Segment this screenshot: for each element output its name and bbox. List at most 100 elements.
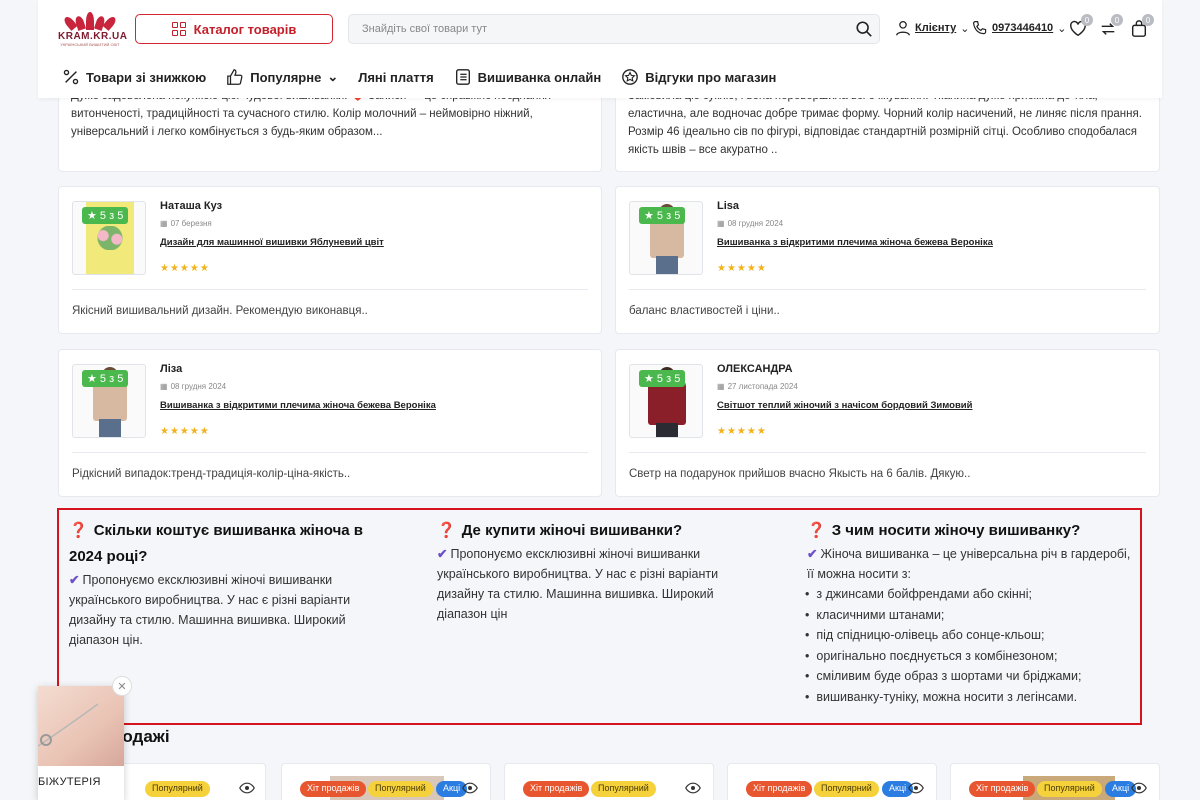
eye-icon[interactable] <box>1131 782 1147 794</box>
faq-item: ❓ З чим носити жіночу вишиванку? ✔ Жіноча … <box>807 518 1137 707</box>
search-input[interactable]: Знайдіть свої товари тут <box>348 14 880 44</box>
grid-icon <box>171 22 186 36</box>
question-mark-icon: ❓ <box>807 522 826 539</box>
rating-badge: ★ 5 з 5 <box>82 370 129 387</box>
review-text: Якісний вишивальний дизайн. Рекомендую в… <box>72 305 368 317</box>
nav-item-vyshyvanka-online[interactable]: Вишиванка онлайн <box>454 68 602 86</box>
main-nav: Товари зі знижкою Популярне ⌄ Ляні платт… <box>62 68 776 86</box>
eye-icon[interactable] <box>908 782 924 794</box>
review-date: ▦ 27 листопада 2024 <box>717 382 798 391</box>
category-popup[interactable]: БІЖУТЕРІЯ <box>38 686 124 800</box>
calendar-icon: ▦ <box>160 219 168 228</box>
divider <box>629 289 1146 290</box>
client-menu[interactable]: Клієнту ⌄ <box>895 20 969 36</box>
popular-badge: Популярний <box>145 781 210 797</box>
reviewer-name: Ліза <box>160 363 183 375</box>
list-item: оригінально поєднується з комбінезоном; <box>807 646 1137 667</box>
list-item: вишиванку-туніку, можна носити з легінса… <box>807 687 1137 708</box>
chevron-down-icon: ⌄ <box>327 69 339 84</box>
rating-badge: ★ 5 з 5 <box>639 370 686 387</box>
faq-question: ❓ Скільки коштує вишиванка жіноча в 2024 … <box>69 522 364 565</box>
product-card[interactable]: Хіт продажів Популярний Акці <box>281 763 491 800</box>
lotus-icon <box>58 12 122 31</box>
wishlist-button[interactable]: 0 <box>1069 14 1093 38</box>
calendar-icon: ▦ <box>717 382 725 391</box>
divider <box>72 289 588 290</box>
phone-icon <box>972 21 987 35</box>
question-mark-icon: ❓ <box>437 522 456 539</box>
client-label: Клієнту <box>915 22 957 34</box>
cart-count: 0 <box>1142 14 1154 26</box>
review-card: ★ 5 з 5 Ліза ▦ 08 грудня 2024 Вишиванка з… <box>58 349 602 497</box>
catalog-button[interactable]: Каталог товарів <box>135 14 333 44</box>
percent-icon <box>63 69 79 85</box>
list-item: сміливим буде образ з шортами чи бріджам… <box>807 666 1137 687</box>
review-card: ★ 5 з 5 Lisa ▦ 08 грудня 2024 Вишиванка з… <box>615 186 1160 334</box>
nav-item-popular[interactable]: Популярне ⌄ <box>226 68 338 86</box>
review-date: ▦ 08 грудня 2024 <box>160 382 227 391</box>
product-link[interactable]: Світшот теплий жіночий з начісом бордови… <box>717 400 973 411</box>
close-icon[interactable]: ✕ <box>112 676 132 696</box>
nav-item-linen-dresses[interactable]: Ляні плаття <box>358 68 433 86</box>
star-rating: ★★★★★ <box>717 263 767 274</box>
question-mark-icon: ❓ <box>69 522 88 539</box>
logo[interactable]: KRAM.KR.UA УКРАЇНСЬКИЙ ВИШИТИЙ СВІТ <box>58 12 127 47</box>
review-card: ★ 5 з 5 Наташа Куз ▦ 07 березня Дизайн дл… <box>58 186 602 334</box>
product-card[interactable]: Хіт продажів Популярний Акці <box>727 763 937 800</box>
phone-menu[interactable]: 0973446410 ⌄ <box>972 20 1066 36</box>
divider <box>72 452 588 453</box>
divider <box>629 452 1146 453</box>
catalog-label: Каталог товарів <box>193 21 297 37</box>
list-item: класичними штанами; <box>807 605 1137 626</box>
bestseller-badge: Хіт продажів <box>300 781 367 797</box>
user-icon <box>895 20 911 36</box>
product-link[interactable]: Вишиванка з відкритими плечима жіноча бе… <box>160 400 436 411</box>
check-icon: ✔ <box>807 547 818 561</box>
chevron-down-icon: ⌄ <box>1057 22 1067 35</box>
faq-item: ❓ Скільки коштує вишиванка жіноча в 2024 … <box>69 518 399 650</box>
eye-icon[interactable] <box>685 782 701 794</box>
compare-button[interactable]: 0 <box>1099 14 1123 38</box>
star-badge-icon <box>622 69 639 85</box>
nav-item-store-reviews[interactable]: Відгуки про магазин <box>621 68 776 86</box>
popular-badge: Популярний <box>368 781 433 797</box>
search-icon[interactable] <box>855 20 873 38</box>
faq-answer: ✔ Пропонуємо ексклюзивні жіночі вишиванки… <box>69 573 351 647</box>
nav-label: Вишиванка онлайн <box>477 69 602 85</box>
review-card: ★ 5 з 5 ОЛЕКСАНДРА ▦ 27 листопада 2024 Св… <box>615 349 1160 497</box>
review-text: Рідкісний випадок:тренд-традиція-колір-ц… <box>72 468 351 480</box>
list-item: під спідницю-олівець або сонце-кльош; <box>807 625 1137 646</box>
nav-item-discounts[interactable]: Товари зі знижкою <box>62 68 206 86</box>
bestseller-badge: Хіт продажів <box>523 781 590 797</box>
calendar-icon: ▦ <box>160 382 168 391</box>
chevron-down-icon: ⌄ <box>960 22 970 35</box>
star-rating: ★★★★★ <box>717 426 767 437</box>
faq-item: ❓ Де купити жіночі вишиванки? ✔ Пропонуємо… <box>437 518 767 624</box>
page: Дуже задоволена покупкою цієї чудової ви… <box>0 0 1200 800</box>
list-item: з джинсами бойфрендами або скінні; <box>807 584 1137 605</box>
product-card[interactable]: Хіт продажів Популярний <box>504 763 714 800</box>
logo-tagline: УКРАЇНСЬКИЙ ВИШИТИЙ СВІТ <box>60 42 120 47</box>
nav-label: Популярне <box>250 69 322 85</box>
phone-number: 0973446410 <box>992 22 1054 34</box>
product-link[interactable]: Вишиванка з відкритими плечима жіноча бе… <box>717 237 993 248</box>
check-icon: ✔ <box>437 547 448 561</box>
compare-count: 0 <box>1111 14 1123 26</box>
product-card[interactable]: Хіт продажів Популярний Акці <box>950 763 1160 800</box>
eye-icon[interactable] <box>462 782 478 794</box>
nav-label: Відгуки про магазин <box>645 69 777 85</box>
faq-section: ❓ Скільки коштує вишиванка жіноча в 2024 … <box>57 508 1142 725</box>
faq-answer: ✔ Пропонуємо ексклюзивні жіночі вишиванки… <box>437 547 719 621</box>
cart-button[interactable]: 0 <box>1130 14 1154 38</box>
rating-badge: ★ 5 з 5 <box>82 207 129 224</box>
eye-icon[interactable] <box>239 782 255 794</box>
review-text: баланс властивостей і ціни.. <box>629 305 780 317</box>
bestseller-badge: Хіт продажів <box>969 781 1036 797</box>
nav-label: Товари зі знижкою <box>86 69 207 85</box>
popup-label: БІЖУТЕРІЯ <box>38 776 101 788</box>
review-text: Светр на подарунок прийшов вчасно Якысть… <box>629 468 971 480</box>
reviewer-name: ОЛЕКСАНДРА <box>717 363 793 375</box>
faq-question: ❓ Де купити жіночі вишиванки? <box>437 522 683 539</box>
product-link[interactable]: Дизайн для машинної вишивки Яблуневий цв… <box>160 237 384 248</box>
popular-badge: Популярний <box>1037 781 1102 797</box>
